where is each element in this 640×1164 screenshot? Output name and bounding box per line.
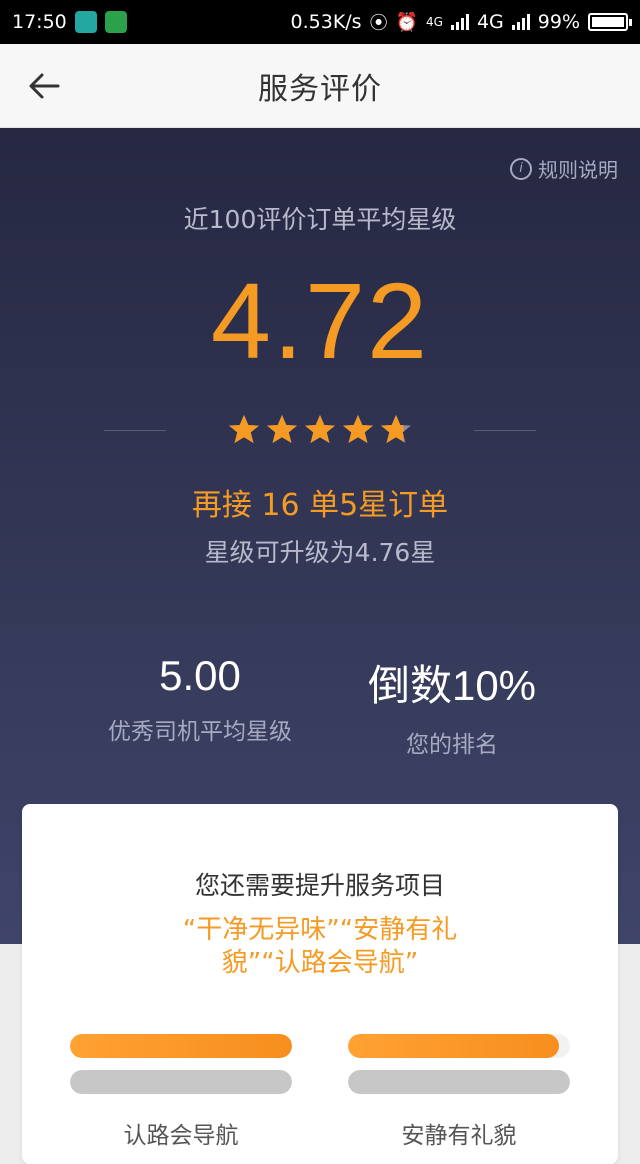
improvement-items-line1: “干净无异味”“安静有礼 — [182, 915, 458, 945]
rules-label: 规则说明 — [538, 158, 618, 182]
navigation-score-bar — [70, 1034, 292, 1058]
star-icon — [229, 415, 259, 443]
upgrade-tip: 再接 16 单5星订单 — [191, 488, 449, 523]
improvement-items-line2: 貌”“认路会导航” — [221, 948, 419, 978]
service-item-navigation: 认路会导航 — [70, 1034, 292, 1150]
location-icon: ⦿ — [369, 13, 388, 34]
star-icon — [381, 415, 411, 443]
rating-subtitle: 近100评价订单平均星级 — [183, 205, 457, 234]
back-arrow-icon — [29, 73, 60, 99]
status-bar: 17:50 0.53K/s ⦿ ⏰ 4G 4G 99% — [0, 0, 640, 44]
page-title: 服务评价 — [258, 71, 382, 107]
battery-icon — [588, 13, 632, 31]
improvement-items: “干净无异味”“安静有礼 貌”“认路会导航” — [140, 914, 500, 980]
signal-bars-icon-2 — [511, 14, 530, 30]
status-time: 17:50 — [12, 11, 67, 33]
star-icon — [267, 415, 297, 443]
star-icon — [305, 415, 335, 443]
service-item-polite: 安静有礼貌 — [348, 1034, 570, 1150]
polite-label: 安静有礼貌 — [401, 1123, 517, 1149]
divider-right — [474, 430, 536, 431]
info-icon: i — [510, 157, 532, 180]
improvement-title: 您还需要提升服务项目 — [194, 871, 445, 900]
polite-compare-bar — [348, 1070, 570, 1094]
screenshot-app-icon — [74, 11, 97, 33]
ranking-label: 您的排名 — [406, 732, 498, 758]
alarm-icon: ⏰ — [395, 11, 419, 33]
navigation-label: 认路会导航 — [123, 1123, 239, 1149]
signal-bars-icon — [450, 14, 469, 30]
navigation-compare-bar — [70, 1070, 292, 1094]
network-type: 4G — [476, 11, 504, 33]
back-button[interactable] — [26, 68, 62, 104]
net-speed: 0.53K/s — [290, 11, 362, 33]
hotspot-app-icon — [104, 11, 127, 33]
rules-link[interactable]: i 规则说明 — [510, 154, 618, 183]
divider-left — [104, 430, 166, 431]
polite-score-bar — [348, 1034, 570, 1058]
average-score: 4.72 — [210, 260, 430, 381]
ranking-value: 倒数10% — [367, 662, 537, 709]
nav-bar: 服务评价 — [0, 44, 640, 128]
star-icon — [343, 415, 373, 443]
improvement-card: 您还需要提升服务项目 “干净无异味”“安静有礼 貌”“认路会导航” 认路会导航 … — [22, 804, 618, 1164]
ranking-stat: 倒数10% 您的排名 — [292, 652, 612, 759]
signal-type-small: 4G — [426, 15, 443, 29]
star-rating — [0, 410, 640, 450]
upgrade-result: 星级可升级为4.76星 — [204, 538, 436, 567]
battery-percent: 99% — [537, 11, 580, 33]
